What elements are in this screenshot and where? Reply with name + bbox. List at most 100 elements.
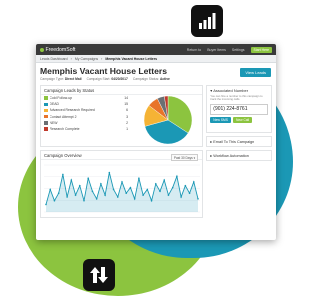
leads-by-status-panel: Campaign Leads by Status Cold Follow-up 1… xyxy=(40,85,204,147)
legend-count: 15 xyxy=(124,102,128,107)
bar-chart-icon xyxy=(191,5,223,37)
top-bar: FreedomSoft Return to Buyer Items Settin… xyxy=(36,44,276,55)
topnav-item[interactable]: Buyer Items xyxy=(207,48,226,52)
data-point[interactable] xyxy=(45,203,47,206)
page-title: Memphis Vacant House Letters xyxy=(40,66,168,76)
app-window: FreedomSoft Return to Buyer Items Settin… xyxy=(36,44,276,240)
data-point[interactable] xyxy=(95,198,98,200)
data-point[interactable] xyxy=(121,181,123,183)
data-point[interactable] xyxy=(78,184,81,187)
data-point[interactable] xyxy=(159,190,161,193)
legend-count: 14 xyxy=(124,96,128,101)
start-here-button[interactable]: Start Here xyxy=(250,46,272,53)
data-point[interactable] xyxy=(184,184,187,187)
campaign-overview-panel: Campaign Overview Past 30 Days ▾ xyxy=(40,150,204,218)
data-point[interactable] xyxy=(116,196,119,198)
panel-title: ▾ Associated Number xyxy=(210,88,249,93)
data-point[interactable] xyxy=(100,183,102,185)
legend-label: Cold Follow-up xyxy=(49,96,73,101)
data-point[interactable] xyxy=(62,173,64,176)
meta-item: Campaign Type: Direct Mail xyxy=(40,77,82,81)
right-column: ▾ Associated Number You can hire a numbe… xyxy=(206,85,272,218)
topnav-item[interactable]: Settings xyxy=(232,48,245,52)
campaign-meta: Campaign Type: Direct Mail Campaign Star… xyxy=(40,77,272,81)
leads-pie-chart xyxy=(143,95,193,145)
data-point[interactable] xyxy=(146,188,149,191)
data-point[interactable] xyxy=(57,192,60,194)
data-point[interactable] xyxy=(142,194,144,196)
data-point[interactable] xyxy=(70,179,73,181)
data-point[interactable] xyxy=(49,188,52,191)
breadcrumb-separator: › xyxy=(101,56,103,61)
breadcrumb: Leads Dashboard › My Campaigns › Memphis… xyxy=(36,55,276,63)
date-range-dropdown[interactable]: Past 30 Days ▾ xyxy=(170,154,199,161)
legend-swatch xyxy=(44,102,48,107)
data-point[interactable] xyxy=(83,199,85,202)
legend-label: Research Complete xyxy=(49,127,80,132)
topnav-item[interactable]: Return to xyxy=(187,48,201,52)
data-point[interactable] xyxy=(171,186,174,189)
data-point[interactable] xyxy=(138,177,140,179)
breadcrumb-item[interactable]: Leads Dashboard xyxy=(40,57,68,61)
up-down-arrows-icon xyxy=(83,259,115,291)
meta-item: Campaign Start: 04/20/2017 xyxy=(86,77,128,81)
legend-label: Contact Attempt 2 xyxy=(49,114,77,119)
data-point[interactable] xyxy=(91,190,94,193)
associated-description: You can hire a number to this campaign t… xyxy=(210,93,263,102)
data-point[interactable] xyxy=(150,199,153,202)
legend-swatch xyxy=(44,127,48,131)
data-point[interactable] xyxy=(167,194,170,196)
legend-swatch xyxy=(44,108,48,113)
legend-count: 3 xyxy=(126,114,128,119)
area-fill xyxy=(46,172,198,212)
data-point[interactable] xyxy=(53,199,56,202)
data-point[interactable] xyxy=(87,177,90,179)
legend-label: Advanced Research Required xyxy=(49,108,95,113)
data-point[interactable] xyxy=(133,198,136,200)
data-point[interactable] xyxy=(188,192,191,194)
page-header: Memphis Vacant House Letters Campaign Ty… xyxy=(36,63,276,85)
legend-label: DEAD xyxy=(49,102,59,107)
view-leads-button[interactable]: View Leads xyxy=(240,68,271,77)
data-point[interactable] xyxy=(125,192,128,194)
legend-swatch xyxy=(44,114,48,119)
legend-swatch xyxy=(44,121,48,125)
new-call-button[interactable]: New Call xyxy=(232,117,253,124)
legend-swatch xyxy=(44,96,48,100)
data-point[interactable] xyxy=(197,198,199,200)
breadcrumb-current: Memphis Vacant House Letters xyxy=(105,56,158,61)
data-point[interactable] xyxy=(66,196,68,198)
logo-text: FreedomSoft xyxy=(45,46,76,53)
data-point[interactable] xyxy=(154,183,157,185)
phone-number-field[interactable]: (901) 224-8761 xyxy=(210,103,268,115)
main-content: Campaign Leads by Status Cold Follow-up 1… xyxy=(36,85,276,218)
action-buttons: New SMS New Call xyxy=(210,117,268,124)
legend-count: 2 xyxy=(126,120,128,125)
associated-number-panel: ▾ Associated Number You can hire a numbe… xyxy=(206,85,272,133)
email-campaign-row[interactable]: ▸ Email To This Campaign xyxy=(206,136,272,147)
legend-label: NEW xyxy=(49,120,58,125)
data-point[interactable] xyxy=(108,171,111,174)
data-point[interactable] xyxy=(112,188,115,191)
data-point[interactable] xyxy=(176,175,178,178)
data-point[interactable] xyxy=(192,181,195,183)
new-sms-button[interactable]: New SMS xyxy=(210,117,231,124)
legend-count: 1 xyxy=(126,127,128,132)
meta-item: Campaign Status: Active xyxy=(132,77,170,81)
logo-mark-icon xyxy=(40,47,44,52)
data-point[interactable] xyxy=(74,194,77,196)
data-point[interactable] xyxy=(163,179,166,181)
left-column: Campaign Leads by Status Cold Follow-up 1… xyxy=(40,85,204,218)
legend-count: 6 xyxy=(126,108,128,113)
pie-legend: Cold Follow-up 14 DEAD 15 Advanced Research … xyxy=(44,95,128,132)
workflow-automation-row[interactable]: ▸ Workflow Automation xyxy=(206,150,272,161)
app-logo[interactable]: FreedomSoft xyxy=(40,47,76,53)
data-point[interactable] xyxy=(129,186,132,189)
campaign-overview-chart xyxy=(44,164,200,213)
top-nav: Return to Buyer Items Settings Start Her… xyxy=(187,46,272,53)
breadcrumb-separator: › xyxy=(70,56,72,61)
data-point[interactable] xyxy=(180,196,182,198)
legend-item: Research Complete 1 xyxy=(44,126,128,132)
breadcrumb-item[interactable]: My Campaigns xyxy=(75,57,98,61)
data-point[interactable] xyxy=(104,194,106,196)
